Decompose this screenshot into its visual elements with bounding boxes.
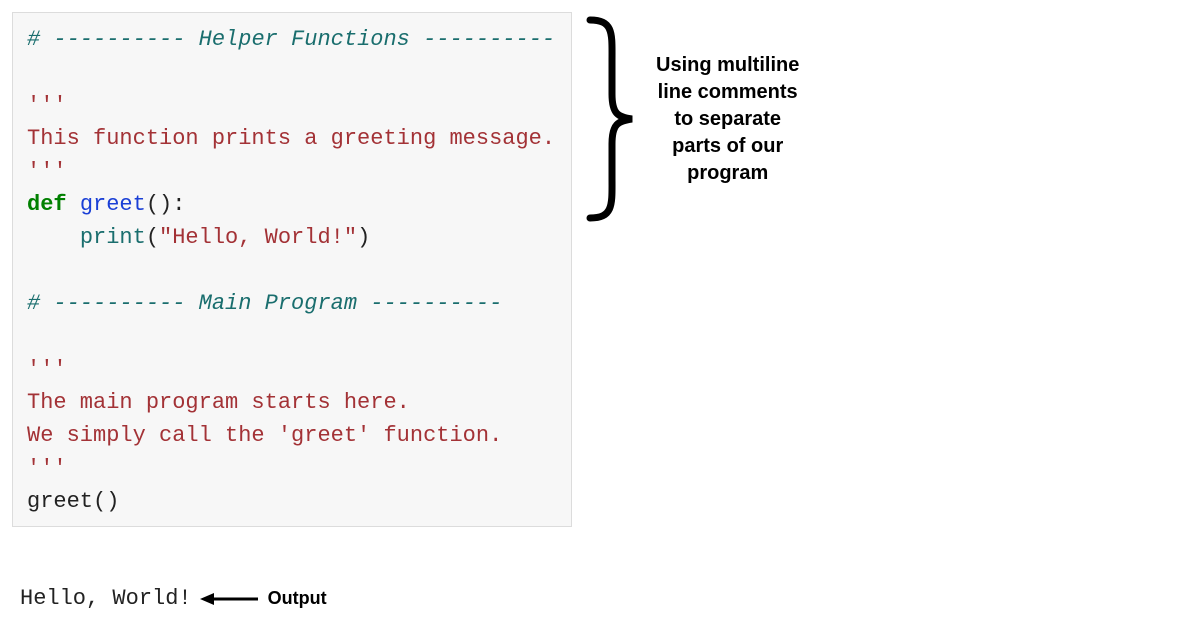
output-text: Hello, World!	[20, 586, 192, 611]
docstring-open-1: '''	[27, 93, 67, 118]
annotation-text: Using multiline line comments to separat…	[656, 52, 799, 187]
brace-annotation: Using multiline line comments to separat…	[578, 14, 799, 224]
print-call: print	[80, 225, 146, 250]
docstring-open-2: '''	[27, 357, 67, 382]
def-keyword: def	[27, 192, 67, 217]
docstring-body-1: This function prints a greeting message.	[27, 126, 555, 151]
docstring-body-2a: The main program starts here.	[27, 390, 410, 415]
curly-brace-icon	[578, 14, 638, 224]
call-greet: greet()	[27, 489, 119, 514]
docstring-body-2b: We simply call the 'greet' function.	[27, 423, 502, 448]
code-block: # ---------- Helper Functions ----------…	[12, 12, 572, 527]
output-line: Hello, World! Output	[20, 586, 327, 611]
arrow-left-icon	[200, 590, 260, 608]
func-name: greet	[80, 192, 146, 217]
output-label: Output	[268, 588, 327, 609]
docstring-close-1: '''	[27, 159, 67, 184]
section-divider-2: # ---------- Main Program ----------	[27, 291, 502, 316]
docstring-close-2: '''	[27, 456, 67, 481]
print-arg: "Hello, World!"	[159, 225, 357, 250]
section-divider-1: # ---------- Helper Functions ----------	[27, 27, 555, 52]
